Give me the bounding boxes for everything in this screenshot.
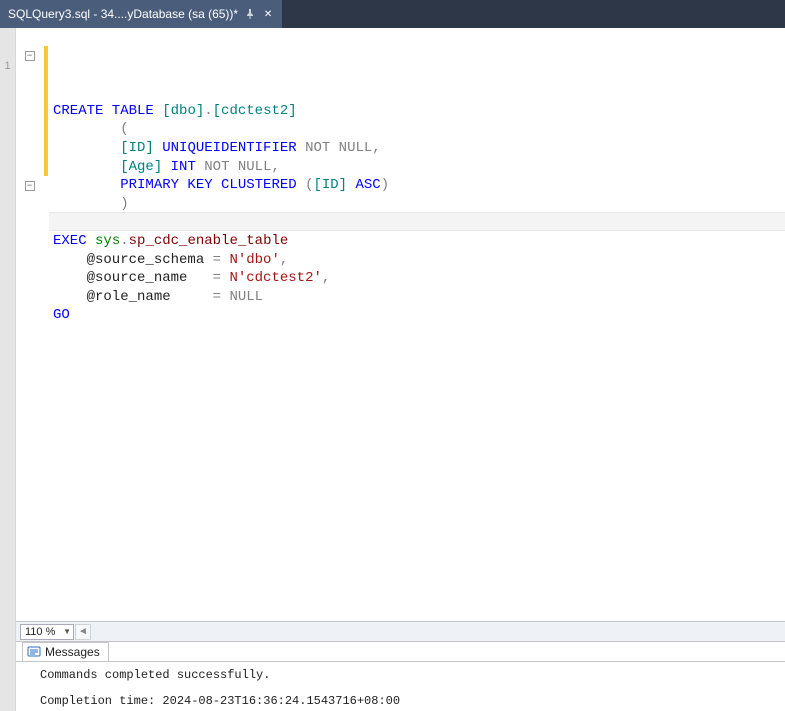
- horizontal-scroll-track[interactable]: [92, 624, 781, 640]
- editor-tab-strip: SQLQuery3.sql - 34....yDatabase (sa (65)…: [0, 0, 785, 28]
- code-line: ): [53, 195, 781, 214]
- messages-panel: Messages Commands completed successfully…: [16, 641, 785, 711]
- close-icon[interactable]: ✕: [262, 8, 274, 20]
- sql-editor-body[interactable]: −− CREATE TABLE [dbo].[cdctest2] ( [ID] …: [16, 28, 785, 621]
- messages-body[interactable]: Commands completed successfully. Complet…: [16, 661, 785, 711]
- code-line: [Age] INT NOT NULL,: [53, 158, 781, 177]
- code-area[interactable]: CREATE TABLE [dbo].[cdctest2] ( [ID] UNI…: [49, 28, 785, 621]
- messages-tab-label: Messages: [45, 645, 100, 659]
- tab-messages[interactable]: Messages: [22, 642, 109, 661]
- messages-tabs: Messages: [16, 642, 785, 661]
- tab-strip-background: [282, 0, 785, 28]
- code-line: @source_schema = N'dbo',: [53, 251, 781, 270]
- workspace: 1 −− CREATE TABLE [dbo].[cdctest2] ( [ID…: [0, 28, 785, 711]
- left-margin-label: 1: [4, 60, 10, 72]
- code-line: CREATE TABLE [dbo].[cdctest2]: [53, 102, 781, 121]
- chevron-down-icon: ▼: [63, 627, 71, 636]
- fold-gutter: −−: [16, 28, 44, 621]
- code-line: @role_name = NULL: [53, 288, 781, 307]
- scroll-left-button[interactable]: ◄: [75, 624, 91, 640]
- editor-tab[interactable]: SQLQuery3.sql - 34....yDatabase (sa (65)…: [0, 0, 282, 28]
- code-lines: CREATE TABLE [dbo].[cdctest2] ( [ID] UNI…: [53, 102, 781, 325]
- messages-result-line: Commands completed successfully.: [40, 668, 761, 682]
- code-line: [53, 213, 781, 232]
- sql-editor: −− CREATE TABLE [dbo].[cdctest2] ( [ID] …: [16, 28, 785, 641]
- code-line: GO: [53, 306, 781, 325]
- pin-icon[interactable]: [244, 8, 256, 20]
- code-line: [ID] UNIQUEIDENTIFIER NOT NULL,: [53, 139, 781, 158]
- fold-collapse-button[interactable]: −: [25, 51, 35, 61]
- zoom-dropdown[interactable]: 110 % ▼: [20, 624, 74, 640]
- left-margin-gutter: 1: [0, 28, 16, 711]
- messages-icon: [27, 645, 41, 659]
- editor-tab-title: SQLQuery3.sql - 34....yDatabase (sa (65)…: [8, 7, 238, 21]
- editor-column: −− CREATE TABLE [dbo].[cdctest2] ( [ID] …: [16, 28, 785, 711]
- editor-status-bar: 110 % ▼ ◄: [16, 621, 785, 641]
- code-line: PRIMARY KEY CLUSTERED ([ID] ASC): [53, 176, 781, 195]
- code-line: (: [53, 120, 781, 139]
- fold-collapse-button[interactable]: −: [25, 181, 35, 191]
- code-line: EXEC sys.sp_cdc_enable_table: [53, 232, 781, 251]
- change-indicator: [44, 46, 48, 176]
- code-line: @source_name = N'cdctest2',: [53, 269, 781, 288]
- zoom-value: 110 %: [25, 626, 55, 638]
- messages-completion-line: Completion time: 2024-08-23T16:36:24.154…: [40, 694, 761, 708]
